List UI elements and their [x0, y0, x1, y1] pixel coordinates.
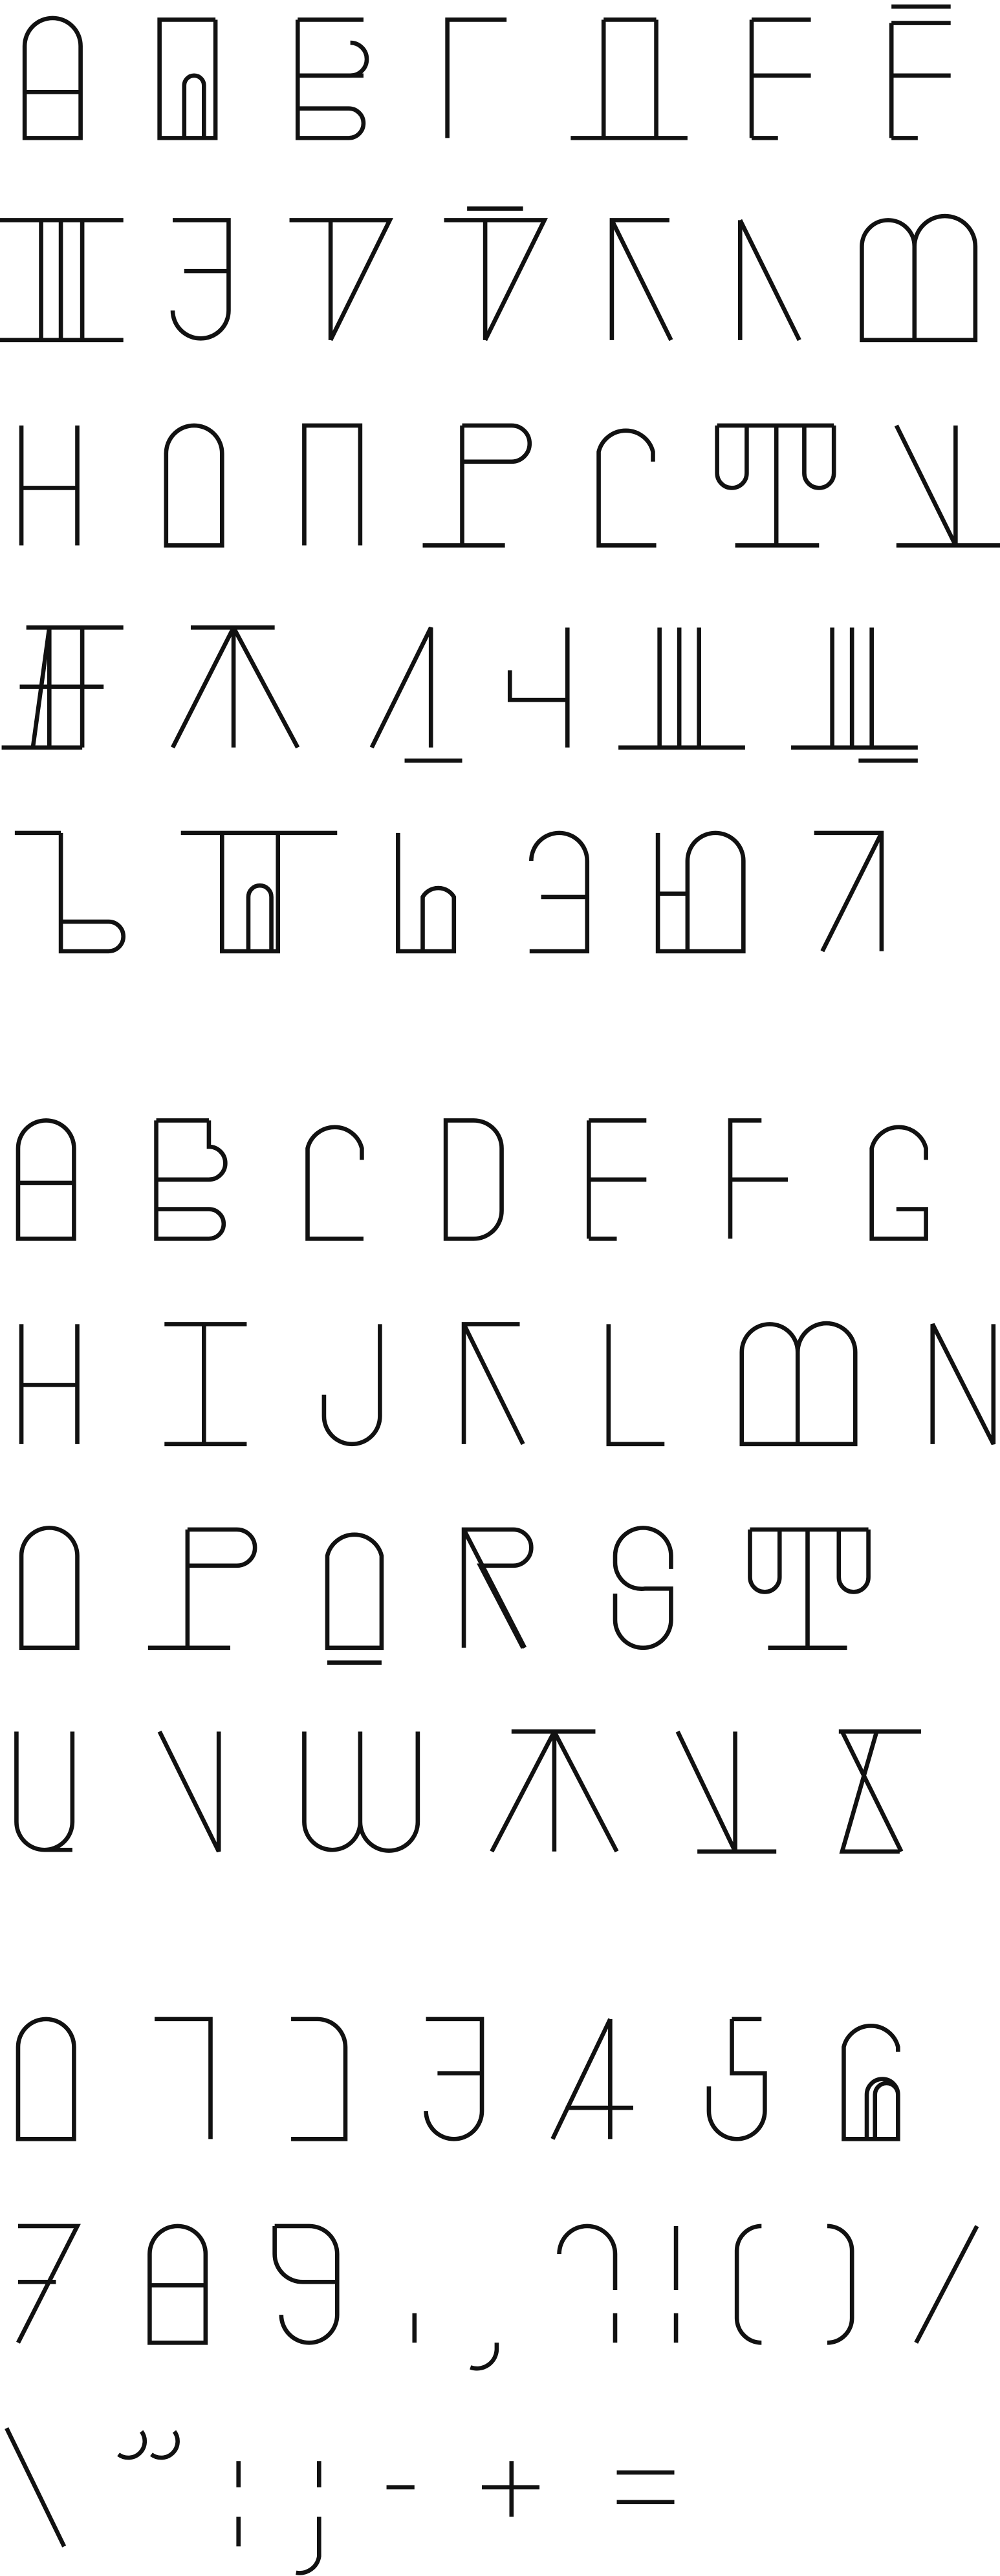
glyph-digit-7	[16, 2224, 81, 2344]
glyph-lat-v	[157, 1730, 221, 1853]
glyph-cyr-te	[715, 423, 836, 548]
glyph-lat-g	[869, 1125, 928, 1241]
glyph-semicolon	[296, 2461, 321, 2575]
glyph-cyr-i	[289, 218, 393, 341]
glyph-question	[557, 2224, 618, 2343]
glyph-lat-f	[728, 1118, 788, 1239]
glyph-lat-a	[16, 1118, 76, 1241]
glyph-cyr-tse	[369, 626, 462, 763]
glyph-lat-n	[930, 1323, 996, 1445]
glyph-cyr-ie	[749, 17, 811, 140]
glyph-paren-right	[827, 2224, 854, 2345]
glyph-cyr-sha	[618, 627, 745, 750]
glyph-backslash	[5, 2427, 67, 2548]
glyph-lat-u	[14, 1731, 75, 1852]
glyph-cyr-che	[507, 627, 570, 748]
glyph-cyr-e	[529, 830, 590, 954]
glyph-lat-w	[302, 1731, 420, 1853]
cyrillic-glyphs	[0, 4, 1000, 954]
glyph-lat-p	[147, 1527, 257, 1651]
glyph-cyr-kha	[171, 625, 300, 749]
glyph-cyr-hard-sign	[14, 830, 125, 954]
glyph-cyr-ze	[170, 218, 231, 341]
glyph-cyr-em	[860, 213, 978, 343]
glyph-cyr-er	[422, 423, 532, 548]
glyph-cyr-zhe	[0, 218, 124, 343]
glyph-digit-2	[291, 2017, 348, 2141]
glyph-plus	[482, 2461, 540, 2517]
glyph-cyr-en	[19, 425, 80, 546]
glyph-lat-o	[19, 1526, 80, 1651]
glyph-lat-b	[154, 1118, 228, 1241]
glyph-cyr-a	[22, 16, 83, 140]
glyph-double-quote	[117, 2430, 180, 2460]
glyph-cyr-yu	[655, 830, 746, 954]
glyph-cyr-ve	[295, 17, 369, 140]
glyph-lat-x	[490, 1729, 619, 1853]
glyph-equals	[616, 2470, 675, 2504]
glyph-slash	[914, 2225, 979, 2344]
glyph-digit-1	[155, 2017, 213, 2139]
digit-glyphs	[5, 2017, 979, 2575]
glyph-digit-4	[550, 2018, 633, 2140]
glyph-digit-0	[16, 2017, 76, 2141]
glyph-paren-left	[734, 2224, 762, 2345]
glyph-digit-6	[842, 2024, 900, 2141]
glyph-lat-d	[443, 1118, 504, 1241]
glyph-digit-9	[272, 2224, 340, 2345]
glyph-specimen-sheet	[0, 4, 1000, 2575]
glyph-cyr-soft-sign	[396, 832, 457, 954]
glyph-lat-l	[606, 1324, 665, 1447]
glyph-cyr-u	[894, 424, 1000, 548]
glyph-digit-5	[706, 2017, 767, 2141]
glyph-cyr-pe	[302, 423, 363, 546]
glyph-cyr-shcha	[791, 627, 918, 763]
glyph-lat-t	[748, 1527, 871, 1651]
glyph-cyr-o	[164, 423, 224, 548]
glyph-comma	[470, 2343, 499, 2371]
glyph-cyr-ya	[814, 830, 884, 953]
glyph-cyr-io	[889, 4, 951, 140]
glyph-lat-j	[321, 1324, 382, 1447]
glyph-lat-z	[838, 1729, 921, 1854]
glyph-cyr-el	[737, 219, 801, 341]
glyph-cyr-ka	[609, 218, 673, 341]
glyph-lat-y	[675, 1730, 777, 1854]
glyph-lat-k	[461, 1322, 525, 1445]
latin-glyphs	[14, 1118, 996, 1854]
glyph-lat-i	[164, 1322, 247, 1447]
glyph-cyr-ge	[445, 17, 507, 138]
glyph-cyr-ef	[1, 625, 124, 750]
glyph-cyr-yeru	[180, 830, 338, 954]
glyph-lat-q	[325, 1532, 384, 1665]
glyph-lat-s	[613, 1526, 673, 1651]
glyph-lat-h	[19, 1324, 80, 1444]
glyph-lat-c	[305, 1125, 364, 1241]
glyph-cyr-es	[596, 428, 657, 548]
glyph-cyr-de	[571, 17, 688, 140]
glyph-digit-3	[424, 2017, 484, 2141]
glyph-lat-e	[587, 1118, 647, 1241]
glyph-cyr-short-i	[444, 206, 548, 341]
glyph-cyr-be	[157, 17, 218, 140]
glyph-lat-r	[461, 1527, 534, 1649]
glyph-digit-8	[147, 2224, 208, 2345]
glyph-lat-m	[739, 1321, 858, 1447]
